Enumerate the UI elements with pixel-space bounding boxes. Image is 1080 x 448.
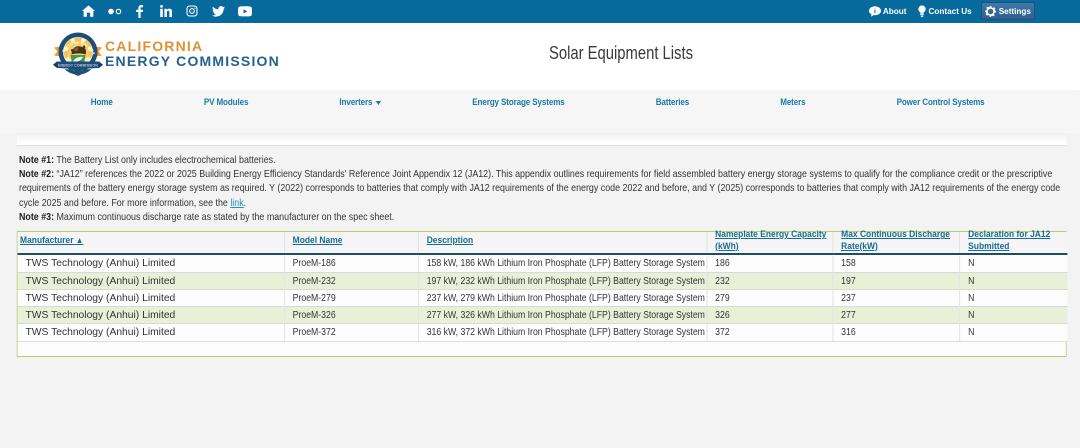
- svg-text:i: i: [874, 8, 876, 15]
- svg-text:ENERGY COMMISSION: ENERGY COMMISSION: [58, 64, 98, 68]
